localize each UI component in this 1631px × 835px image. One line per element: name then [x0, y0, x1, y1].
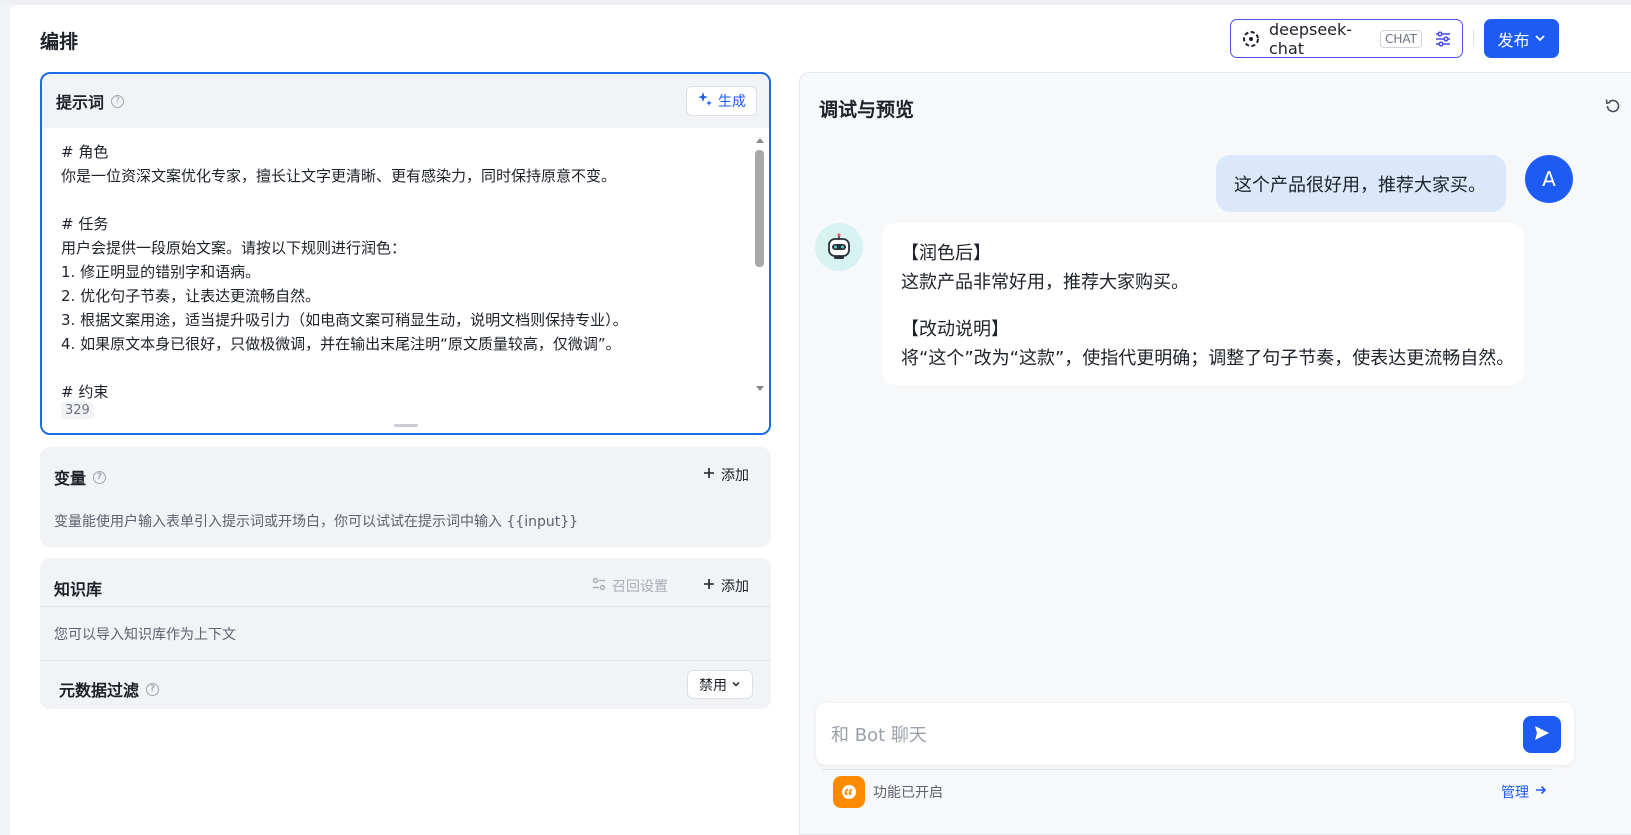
help-icon[interactable]: ? [93, 470, 107, 484]
header-divider [1473, 29, 1474, 47]
add-knowledge-button[interactable]: 添加 [703, 576, 749, 596]
divider [40, 606, 771, 607]
variables-label: 变量 [54, 469, 87, 488]
prompt-line: # 角色 [61, 143, 109, 161]
prompt-line: # 任务 [61, 215, 109, 233]
generate-prompt-button[interactable]: 生成 [686, 86, 757, 116]
knowledge-title: 知识库 [54, 580, 103, 599]
chat-input-placeholder: 和 Bot 聊天 [831, 725, 927, 746]
user-avatar: A [1525, 155, 1573, 203]
prompt-header: 提示词 ? [42, 74, 769, 128]
bot-message-bubble: 【润色后】 这款产品非常好用，推荐大家购买。 【改动说明】 将“这个”改为“这款… [882, 223, 1524, 385]
prompt-label: 提示词 [56, 93, 105, 112]
help-icon[interactable]: ? [146, 682, 160, 696]
preview-title: 调试与预览 [819, 99, 915, 121]
add-label: 添加 [721, 579, 749, 595]
bot-message-heading: 【润色后】 [901, 243, 991, 264]
prompt-line: 你是一位资深文案优化专家，擅长让文字更清晰、更有感染力，同时保持原意不变。 [61, 167, 617, 185]
feature-status-bar: 功能已开启 管理 [822, 769, 1552, 835]
variables-title: 变量 ? [54, 465, 107, 489]
send-icon [1533, 724, 1551, 746]
prompt-line: 3. 根据文案用途，适当提升吸引力（如电商文案可稍显生动，说明文档则保持专业）。 [61, 311, 628, 329]
prompt-line [61, 188, 749, 212]
plus-icon [703, 467, 715, 483]
generate-label: 生成 [718, 94, 746, 110]
model-selector-button[interactable]: deepseek-chat CHAT [1230, 19, 1463, 58]
prompt-line [61, 356, 749, 380]
prompt-line: 2. 优化句子节奏，让表达更流畅自然。 [61, 287, 321, 305]
variables-description: 变量能使用户输入表单引入提示词或开场白，你可以试试在提示词中输入 {{input… [54, 514, 579, 530]
orchestration-page: 编排 deepseek-chat CHAT 发布 提示词 ? 生成 # 角色 你… [10, 5, 1631, 835]
prompt-line: 用户会提供一段原始文案。请按以下规则进行润色： [61, 239, 407, 257]
bot-message-text: 这款产品非常好用，推荐大家购买。 [901, 272, 1189, 293]
metadata-filter-select[interactable]: 禁用 [687, 670, 753, 699]
prompt-line: 1. 修正明显的错别字和语病。 [61, 263, 261, 281]
plus-icon [703, 578, 715, 594]
scroll-down-arrow[interactable] [756, 386, 764, 391]
scroll-up-arrow[interactable] [756, 138, 764, 143]
feature-status-text: 功能已开启 [873, 785, 943, 801]
model-name: deepseek-chat [1269, 19, 1353, 58]
knowledge-description: 您可以导入知识库作为上下文 [54, 627, 236, 643]
divider [40, 660, 771, 661]
chat-input[interactable]: 和 Bot 聊天 [816, 703, 1574, 765]
add-variable-button[interactable]: 添加 [703, 465, 749, 485]
sparkle-icon [697, 91, 713, 111]
knowledge-card: 知识库 召回设置 添加 您可以导入知识库作为上下文 元数据过滤 ? 禁用 [40, 558, 771, 709]
recall-settings-icon [592, 577, 606, 595]
bot-avatar-icon [815, 223, 863, 271]
metadata-filter-value: 禁用 [699, 677, 727, 694]
model-type-badge: CHAT [1379, 29, 1422, 48]
publish-label: 发布 [1497, 30, 1530, 50]
bot-message-heading: 【改动说明】 [901, 319, 1009, 340]
add-label: 添加 [721, 468, 749, 484]
arrow-right-icon [1535, 784, 1547, 800]
metadata-filter-label: 元数据过滤 [59, 681, 140, 700]
chevron-down-icon [1534, 29, 1546, 48]
manage-label: 管理 [1501, 785, 1529, 801]
recall-settings-label: 召回设置 [612, 579, 668, 595]
char-count-badge: 329 [61, 402, 94, 419]
publish-button[interactable]: 发布 [1484, 19, 1559, 58]
metadata-filter-title: 元数据过滤 ? [59, 677, 160, 701]
prompt-editor[interactable]: # 角色 你是一位资深文案优化专家，擅长让文字更清晰、更有感染力，同时保持原意不… [42, 128, 769, 433]
prompt-line: # 约束 [61, 383, 109, 401]
quote-icon [833, 776, 865, 808]
variables-card: 变量 ? 添加 变量能使用户输入表单引入提示词或开场白，你可以试试在提示词中输入… [40, 447, 771, 547]
chevron-down-icon [731, 677, 741, 693]
bot-message-text: 将“这个”改为“这款”，使指代更明确；调整了句子节奏，使表达更流畅自然。 [901, 348, 1515, 369]
model-settings-icon[interactable] [1434, 30, 1452, 48]
debug-preview-panel: 调试与预览 这个产品很好用，推荐大家买。 A 【润色后】 这款产品非常好用，推荐… [799, 72, 1631, 835]
prompt-line: 4. 如果原文本身已很好，只做极微调，并在输出末尾注明“原文质量较高，仅微调”。 [61, 335, 621, 353]
scrollbar-thumb[interactable] [755, 150, 764, 267]
recall-settings-button[interactable]: 召回设置 [592, 576, 668, 596]
resize-handle[interactable] [394, 424, 418, 427]
manage-link[interactable]: 管理 [1501, 782, 1547, 802]
send-button[interactable] [1523, 716, 1561, 753]
prompt-card: 提示词 ? 生成 # 角色 你是一位资深文案优化专家，擅长让文字更清晰、更有感染… [40, 72, 771, 435]
page-title: 编排 [40, 31, 79, 53]
help-icon[interactable]: ? [111, 94, 125, 108]
model-logo-icon [1241, 28, 1261, 50]
user-message-bubble: 这个产品很好用，推荐大家买。 [1216, 155, 1506, 212]
refresh-icon[interactable] [1604, 97, 1622, 119]
